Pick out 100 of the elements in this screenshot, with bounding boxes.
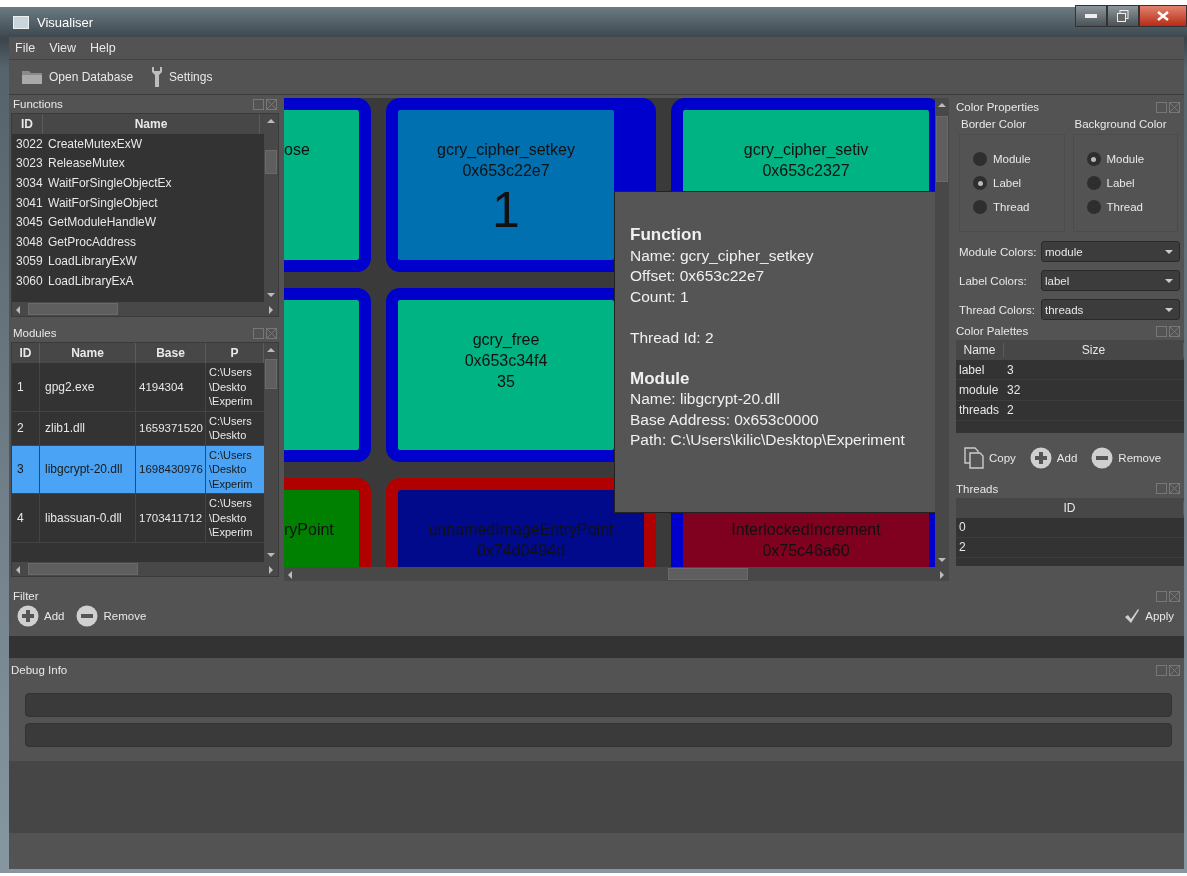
radio-button[interactable]: Module [1086, 152, 1177, 166]
float-icon[interactable] [1156, 590, 1167, 602]
table-cell: \Experim [209, 476, 253, 491]
column-header[interactable]: Size [1004, 343, 1184, 357]
radio-button[interactable]: Label [973, 176, 1064, 190]
horizontal-scrollbar[interactable] [12, 302, 278, 316]
table-cell: C:\Users [209, 413, 252, 428]
radio-indicator[interactable] [1086, 176, 1101, 190]
radio-indicator[interactable] [1086, 200, 1101, 214]
debug-field[interactable] [25, 693, 1172, 717]
horizontal-scrollbar[interactable] [284, 567, 949, 581]
function-address: 0x653c2327 [762, 161, 850, 181]
filter-button[interactable]: Add [17, 605, 65, 627]
dropdown[interactable]: module [1041, 241, 1180, 262]
apply-button[interactable]: Apply [1124, 608, 1174, 624]
tooltip-line: Path: C:\Users\kilic\Desktop\Experiment [630, 430, 905, 450]
palette-button[interactable]: Add [1029, 442, 1078, 473]
horizontal-scrollbar[interactable] [12, 562, 278, 576]
palette-button[interactable]: Remove [1091, 442, 1162, 473]
radio-button[interactable]: Thread [973, 200, 1064, 214]
dropdown[interactable]: threads [1041, 299, 1180, 320]
plus-icon [17, 605, 39, 627]
column-header[interactable]: ID [12, 343, 40, 363]
table-cell: 3048 [16, 234, 42, 249]
tooltip-line: Offset: 0x653c22e7 [630, 266, 765, 286]
close-icon[interactable] [1169, 590, 1180, 602]
column-header[interactable]: Name [956, 343, 1004, 357]
radio-button[interactable]: Thread [1086, 200, 1177, 214]
table-cell: 3060 [16, 273, 42, 288]
function-tile[interactable]: ose [284, 110, 359, 260]
table-cell: 3034 [16, 176, 42, 190]
debug-field[interactable] [25, 723, 1172, 747]
menu-item[interactable]: Help [90, 41, 116, 55]
filter-button[interactable]: Remove [76, 605, 147, 627]
minimize-button[interactable] [1075, 5, 1107, 27]
close-icon[interactable] [1169, 101, 1180, 113]
dropdown[interactable]: label [1041, 270, 1180, 291]
toolbar-button[interactable]: Open Database [21, 69, 134, 85]
table-cell: C:\Users [209, 447, 252, 462]
table-cell: 3022 [16, 136, 42, 151]
table-cell: C:\Users [209, 365, 252, 380]
close-icon[interactable] [1169, 325, 1180, 337]
radio-button[interactable]: Label [1086, 176, 1177, 190]
float-icon[interactable] [253, 327, 264, 339]
table-cell: CreateMutexExW [48, 136, 143, 151]
float-icon[interactable] [1156, 483, 1167, 495]
close-icon[interactable] [1169, 483, 1180, 495]
table-cell: \Deskto [209, 379, 247, 394]
radio-indicator[interactable] [973, 152, 987, 166]
float-icon[interactable] [253, 98, 264, 110]
field-label: Label Colors: [959, 274, 1028, 287]
radio-button[interactable]: Module [973, 152, 1064, 166]
palette-button[interactable]: Copy [964, 442, 1016, 473]
function-name: unnamedImageEntryPoint [428, 520, 614, 540]
function-name: ryPoint [284, 520, 334, 540]
column-header[interactable]: ID [12, 114, 43, 134]
function-address: 0x75c46a60 [762, 541, 850, 561]
float-icon[interactable] [1156, 325, 1167, 337]
vertical-scrollbar[interactable] [264, 343, 278, 562]
radio-indicator[interactable] [973, 176, 987, 190]
function-tile[interactable]: ryPoint [284, 490, 359, 567]
function-tile[interactable]: gcry_cipher_setkey 0x653c22e7 1 [398, 110, 614, 260]
menu-item[interactable]: View [49, 41, 77, 55]
table-cell: \Experim [209, 525, 253, 540]
toolbar-button[interactable]: Settings [151, 66, 213, 88]
group-title: Border Color [960, 118, 1028, 130]
tooltip-line: Name: libgcrypt-20.dll [630, 389, 780, 409]
close-icon[interactable] [266, 327, 277, 339]
table-cell: 2 [1007, 403, 1014, 418]
vertical-scrollbar[interactable] [264, 114, 278, 302]
group-title: Background Color [1073, 118, 1168, 130]
table-cell-text: module [959, 382, 1000, 397]
column-header[interactable]: Name [40, 343, 136, 363]
table-cell: C:\Users [209, 496, 252, 511]
table-cell: libassuan-0.dll [40, 494, 136, 542]
function-tile[interactable]: gcry_free 0x653c34f4 35 [398, 300, 614, 450]
function-address: 0x653c22e7 [462, 161, 550, 181]
menu-item[interactable]: File [15, 41, 36, 55]
table-cell: 3 [12, 445, 40, 493]
table-cell: WaitForSingleObject [48, 195, 158, 210]
column-header[interactable]: Base [136, 343, 206, 363]
radio-indicator[interactable] [973, 200, 987, 214]
close-icon[interactable] [266, 98, 277, 110]
function-address: 0x653c34f4 [464, 351, 548, 371]
close-icon[interactable] [1169, 664, 1180, 676]
table-cell: 32 [1007, 382, 1021, 397]
close-icon [1157, 11, 1169, 21]
table-cell: GetProcAddress [48, 234, 137, 249]
dock-title: Debug Info [11, 664, 68, 676]
column-header[interactable]: Name [43, 114, 260, 134]
radio-indicator[interactable] [1086, 152, 1101, 166]
float-icon[interactable] [1156, 101, 1167, 113]
vertical-scrollbar[interactable] [935, 98, 949, 567]
table-cell: ReleaseMutex [48, 156, 125, 171]
table-row[interactable]: 3 libgcrypt-20.dll 1698430976 C:\Users \Deskto \Experim [12, 445, 264, 494]
float-icon[interactable] [1156, 664, 1167, 676]
restore-button[interactable] [1107, 5, 1139, 27]
close-button[interactable] [1139, 5, 1187, 27]
table-cell: WaitForSingleObjectEx [48, 176, 172, 190]
plus-icon [1029, 446, 1052, 469]
